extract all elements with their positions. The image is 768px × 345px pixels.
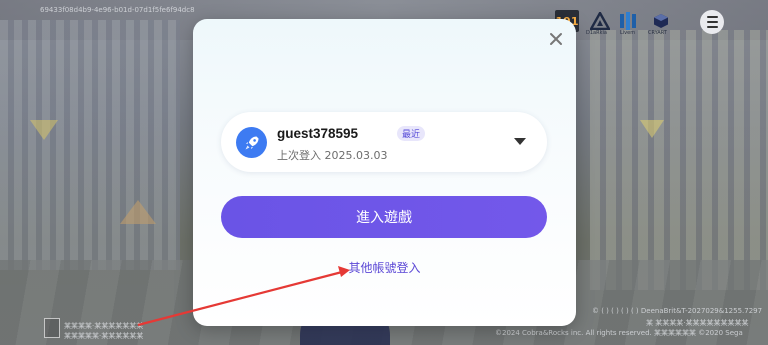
enter-game-button[interactable]: 進入遊戲 [221, 196, 547, 238]
rating-logo-icon [44, 318, 60, 338]
account-selector[interactable]: guest378595 最近 上次登入 2025.03.03 [221, 112, 547, 172]
hamburger-menu-icon[interactable] [700, 10, 724, 34]
recent-badge: 最近 [397, 126, 426, 141]
background-decoration [640, 120, 664, 138]
cube-logo-icon [646, 10, 676, 32]
copyright-line-3: ©2024 Cobra&Rocks inc. All rights reserv… [495, 329, 743, 337]
cube-logo-label: CRYART [648, 30, 667, 36]
bars-logo-icon [618, 10, 638, 32]
bars-logo-label: Livem [620, 30, 636, 36]
last-login-text: 上次登入 2025.03.03 [277, 149, 388, 162]
left-info-line-1: 某某某某·某某某某某某某 [64, 322, 144, 330]
session-code: 69433f08d4b9-4e96-b01d-07d1f5fe6f94dc8 [40, 6, 195, 14]
background-decoration [30, 120, 58, 140]
background-building-right [590, 30, 768, 290]
caret-down-icon[interactable] [514, 138, 526, 145]
other-account-login-link[interactable]: 其他帳號登入 [193, 259, 576, 276]
account-username: guest378595 [277, 126, 359, 141]
background-decoration [120, 200, 156, 224]
background-building-left [0, 20, 180, 270]
close-icon[interactable] [546, 29, 566, 49]
rocket-icon [236, 127, 267, 158]
copyright-line-2: 某 某某某某·某某某某某某某某某 [646, 319, 749, 327]
copyright-line-1: © ( ) ( ) ( ) ( ) DeenaBrit&T-2027029&12… [592, 307, 763, 315]
triangle-logo-label: D1aRkia [586, 30, 607, 36]
login-modal: guest378595 最近 上次登入 2025.03.03 進入遊戲 其他帳號… [193, 19, 576, 326]
left-info: 某某某某·某某某某某某某 某某某某某·某某某某某某 [64, 321, 143, 341]
triangle-logo-icon [586, 10, 614, 32]
left-info-line-2: 某某某某某·某某某某某某 [64, 332, 144, 340]
